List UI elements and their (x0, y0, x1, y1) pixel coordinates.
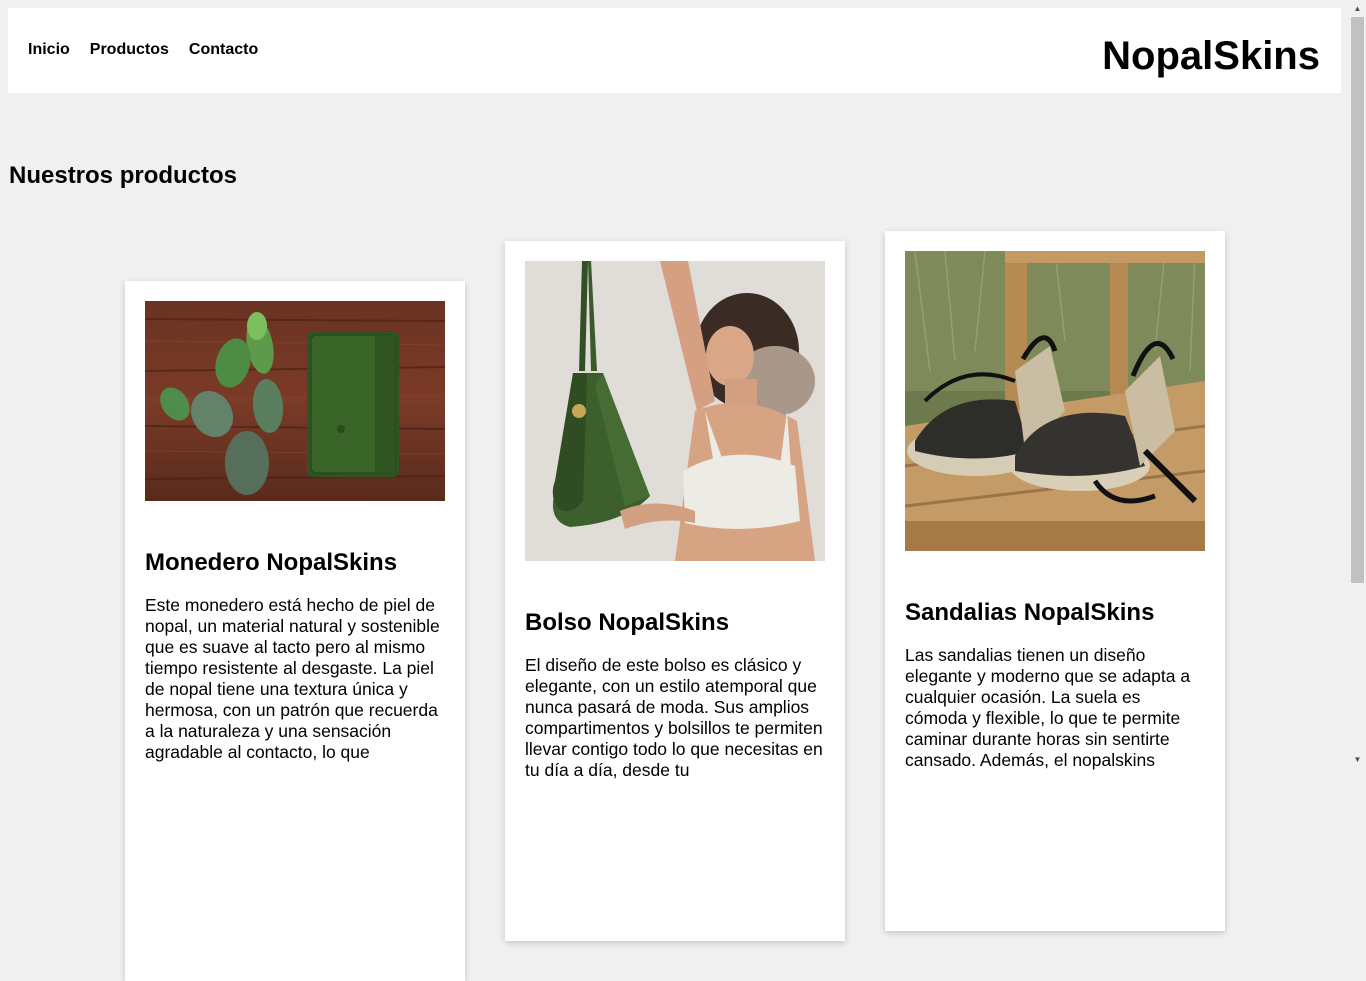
product-image-sandalias (905, 251, 1205, 551)
product-description: El diseño de este bolso es clásico y ele… (525, 655, 823, 780)
vertical-scrollbar[interactable]: ▲ ▼ (1349, 0, 1366, 768)
site-header: Inicio Productos Contacto NopalSkins (8, 8, 1341, 93)
section-title: Nuestros productos (9, 162, 238, 189)
scrollbar-thumb[interactable] (1351, 17, 1364, 583)
product-card-sandalias: Sandalias NopalSkins Las sandalias tiene… (885, 231, 1225, 931)
nav-link-inicio[interactable]: Inicio (28, 41, 70, 59)
product-title: Sandalias NopalSkins (905, 599, 1155, 626)
product-description: Las sandalias tienen un diseño elegante … (905, 645, 1191, 770)
product-title: Bolso NopalSkins (525, 609, 730, 636)
product-description: Este monedero está hecho de piel de nopa… (145, 595, 440, 762)
product-image-bolso (525, 261, 825, 561)
main-nav: Inicio Productos Contacto (28, 41, 258, 59)
product-card-monedero: Monedero NopalSkins Este monedero está h… (125, 281, 465, 981)
product-title: Monedero NopalSkins (145, 549, 398, 576)
nav-link-contacto[interactable]: Contacto (189, 41, 258, 59)
page: Inicio Productos Contacto NopalSkins Nue… (0, 0, 1349, 981)
product-image-monedero (145, 301, 445, 501)
brand-logo-text: NopalSkins (1102, 34, 1320, 78)
chevron-up-icon[interactable]: ▲ (1349, 0, 1366, 17)
product-card-bolso: Bolso NopalSkins El diseño de este bolso… (505, 241, 845, 941)
nav-link-productos[interactable]: Productos (90, 41, 169, 59)
chevron-down-icon[interactable]: ▼ (1349, 751, 1366, 768)
